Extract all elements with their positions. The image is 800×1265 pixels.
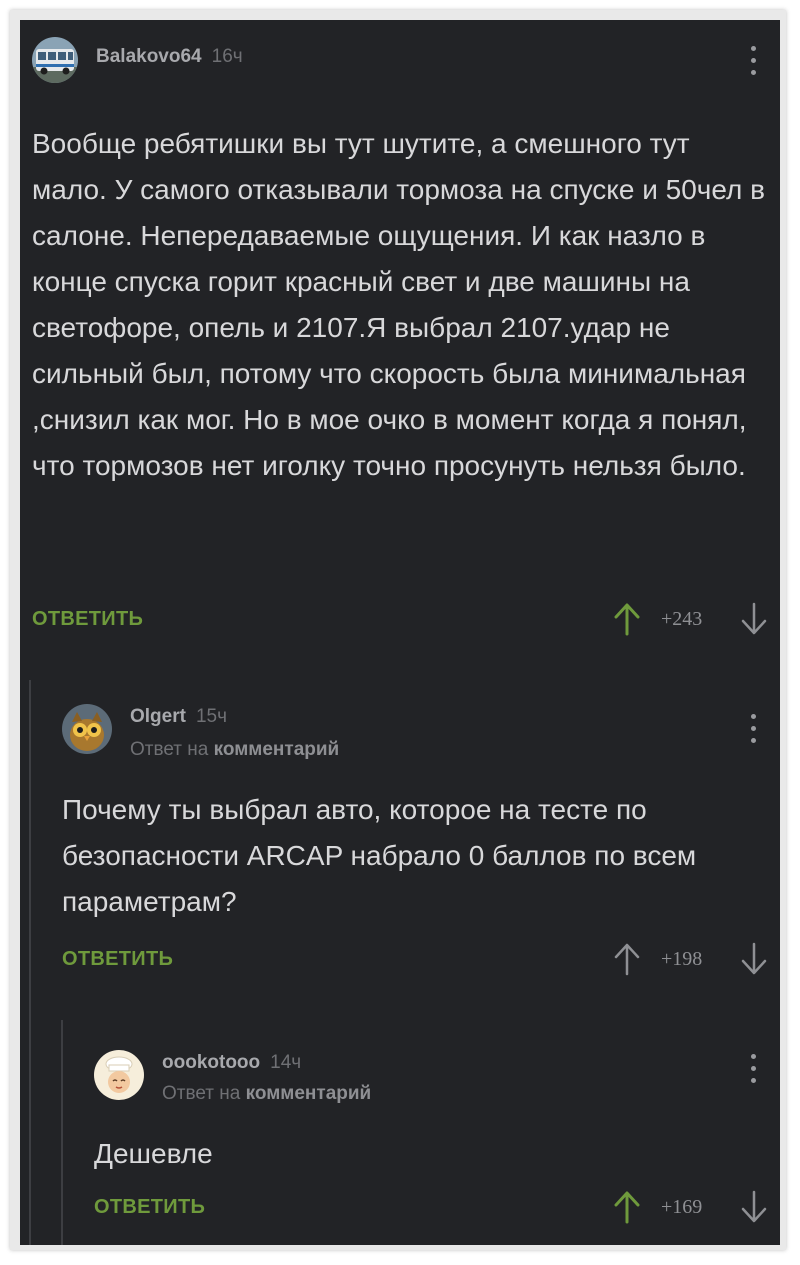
vote-score: +243 [661, 608, 703, 630]
owl-avatar-icon [62, 704, 112, 754]
arrow-up-icon [614, 603, 640, 636]
username[interactable]: Balakovo64 [96, 46, 202, 68]
arrow-down-icon [741, 602, 767, 635]
avatar-olgert[interactable] [62, 704, 112, 754]
comment-body: Почему ты выбрал авто, которое на тесте … [62, 794, 697, 917]
downvote-button[interactable] [740, 1190, 768, 1224]
username[interactable]: oookotooo [162, 1052, 260, 1074]
reply-to-line: Ответ на комментарий [162, 1083, 371, 1105]
chef-avatar-icon [94, 1050, 144, 1100]
kebab-menu-icon[interactable] [742, 710, 766, 750]
thread-line [61, 1020, 63, 1245]
reply-to-link[interactable]: комментарий [246, 1083, 372, 1104]
comment-header: Olgert 15ч [130, 706, 227, 728]
vote-score: +198 [661, 948, 703, 970]
upvote-button[interactable] [613, 942, 641, 976]
kebab-menu-icon[interactable] [742, 1050, 766, 1090]
username[interactable]: Olgert [130, 706, 186, 728]
reply-button[interactable]: ОТВЕТИТЬ [94, 1196, 205, 1219]
downvote-button[interactable] [740, 602, 768, 636]
reply-to-prefix: Ответ на [130, 739, 209, 760]
thread-line [29, 680, 31, 1245]
avatar-balakovo64[interactable] [32, 37, 78, 83]
upvote-button[interactable] [613, 602, 641, 636]
bus-avatar-icon [32, 37, 78, 83]
comments-screen: Balakovo64 16ч Вообще ребятишки вы тут ш… [20, 20, 780, 1245]
reply-to-link[interactable]: комментарий [214, 739, 340, 760]
reply-to-line: Ответ на комментарий [130, 739, 339, 761]
downvote-button[interactable] [740, 942, 768, 976]
avatar-oookotooo[interactable] [94, 1050, 144, 1100]
comment-header: oookotooo 14ч [162, 1052, 301, 1074]
comment-header: Balakovo64 16ч [96, 46, 243, 68]
comment-body: Дешевле [94, 1138, 213, 1169]
comment-balakovo64: Balakovo64 16ч Вообще ребятишки вы тут ш… [20, 20, 780, 650]
vote-score: +169 [661, 1196, 703, 1218]
timestamp: 15ч [195, 706, 227, 727]
timestamp: 16ч [211, 46, 243, 67]
arrow-up-icon [614, 943, 640, 976]
arrow-down-icon [741, 1190, 767, 1223]
comment-olgert: Olgert 15ч Ответ на комментарий Почему т… [40, 680, 780, 1000]
reply-to-prefix: Ответ на [162, 1083, 241, 1104]
arrow-up-icon [614, 1191, 640, 1224]
comment-oookotooo: oookotooo 14ч Ответ на комментарий Дешев… [72, 1020, 780, 1245]
upvote-button[interactable] [613, 1190, 641, 1224]
comment-body: Вообще ребятишки вы тут шутите, а смешно… [32, 128, 765, 481]
arrow-down-icon [741, 942, 767, 975]
reply-button[interactable]: ОТВЕТИТЬ [62, 948, 173, 971]
reply-button[interactable]: ОТВЕТИТЬ [32, 608, 143, 631]
kebab-menu-icon[interactable] [742, 42, 766, 82]
timestamp: 14ч [270, 1052, 302, 1073]
